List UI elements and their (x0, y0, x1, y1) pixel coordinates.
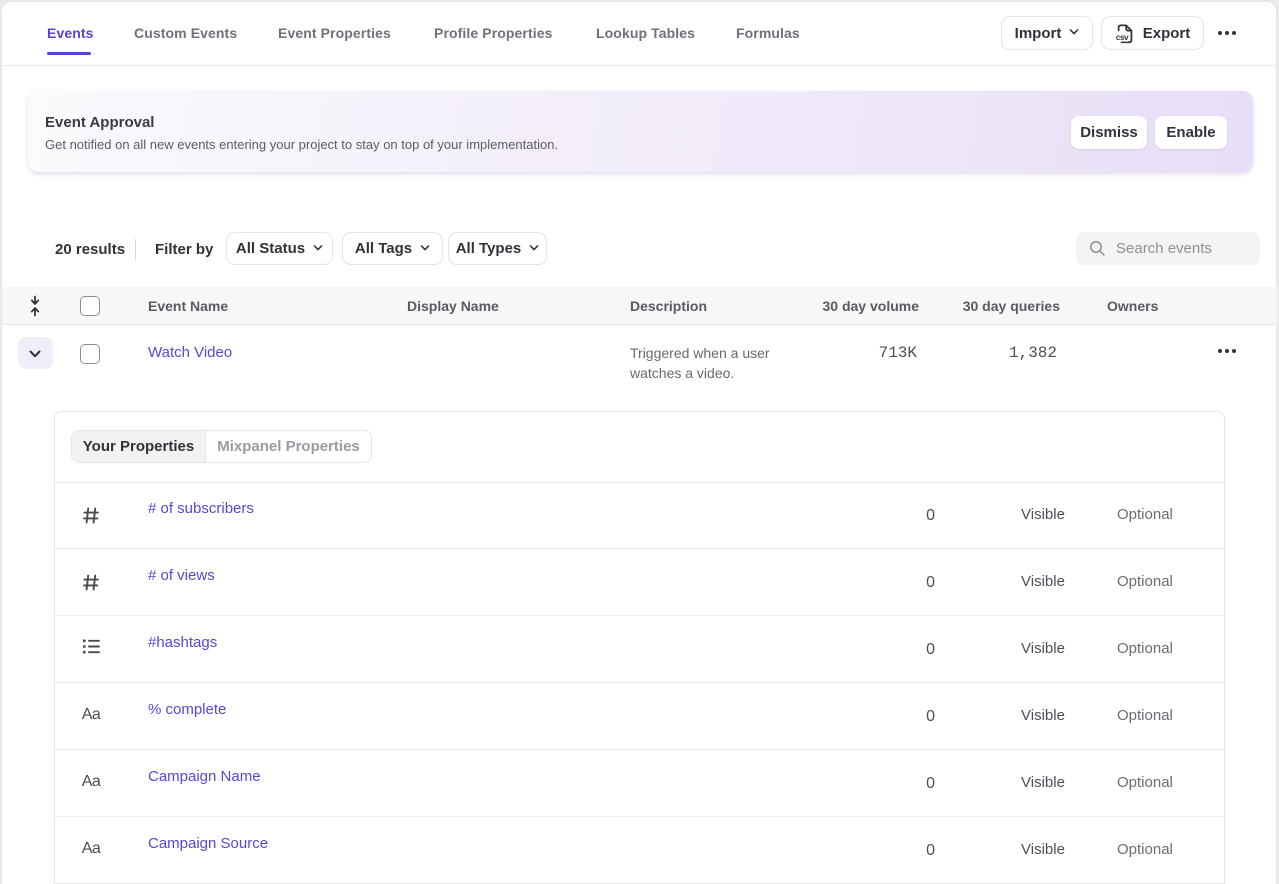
svg-text:csv: csv (1115, 34, 1128, 43)
